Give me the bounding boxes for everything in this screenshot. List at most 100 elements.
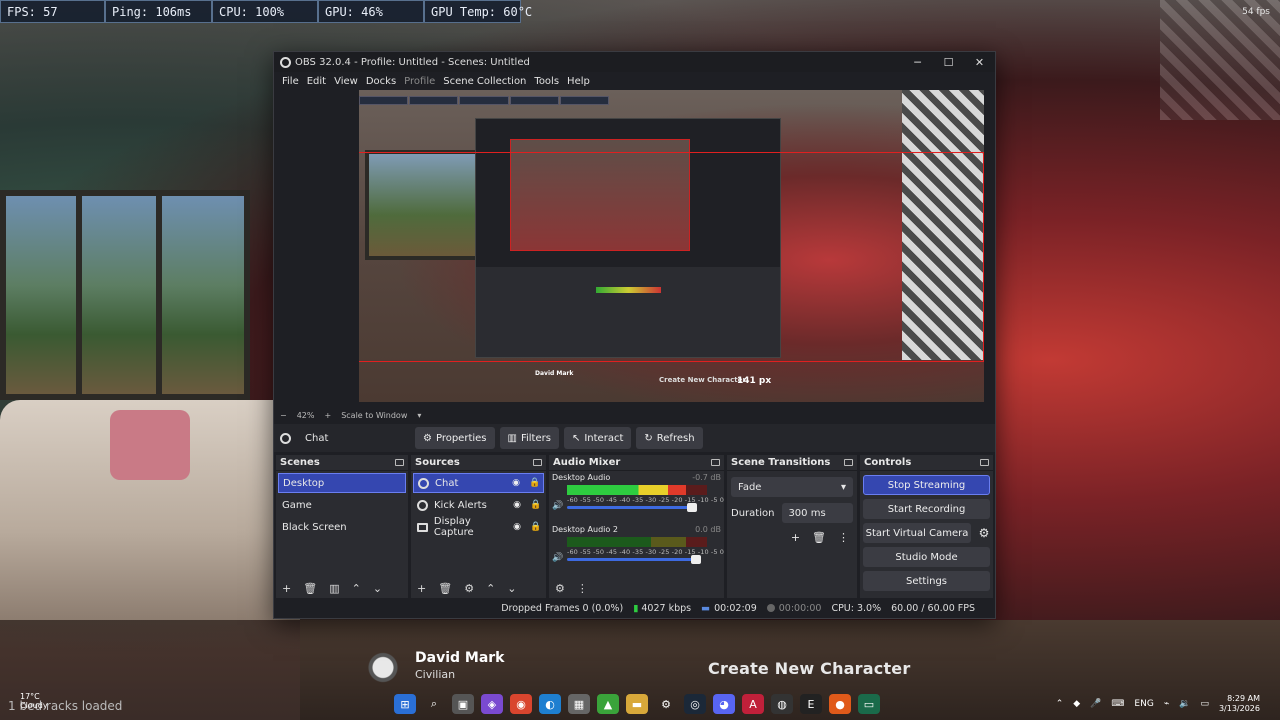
edge-icon[interactable]: ◐ <box>539 694 561 714</box>
chevron-up-icon[interactable]: ⌃ <box>1056 699 1064 709</box>
volume-meter <box>567 485 707 495</box>
lock-icon[interactable]: 🔒 <box>529 478 540 488</box>
weather-desc: Cloudy <box>20 701 48 710</box>
stop-streaming-button[interactable]: Stop Streaming <box>863 475 990 495</box>
context-source-name: Chat <box>305 432 329 444</box>
scene-item[interactable]: Black Screen <box>278 517 406 537</box>
acrobat-icon[interactable]: A <box>742 694 764 714</box>
menu-file[interactable]: File <box>278 76 303 87</box>
more-icon[interactable]: ⋮ <box>838 531 849 544</box>
dock-menu-icon[interactable] <box>980 459 989 466</box>
lock-icon[interactable]: 🔒 <box>530 500 541 510</box>
add-icon[interactable]: + <box>282 582 291 595</box>
speaker-icon[interactable]: 🔊 <box>552 553 563 563</box>
properties-button[interactable]: ⚙ Properties <box>415 427 495 449</box>
eye-icon[interactable]: ◉ <box>512 500 522 510</box>
menu-scene-collection[interactable]: Scene Collection <box>439 76 530 87</box>
menu-view[interactable]: View <box>330 76 362 87</box>
lock-icon[interactable]: 🔒 <box>530 522 541 532</box>
store-icon[interactable]: ▦ <box>568 694 590 714</box>
copilot-icon[interactable]: ◈ <box>481 694 503 714</box>
duration-input[interactable]: 300 ms <box>782 503 853 523</box>
meter-level <box>567 485 686 495</box>
selected-source-bounds[interactable] <box>359 152 984 362</box>
transition-select[interactable]: Fade ▾ <box>731 477 853 497</box>
microphone-icon[interactable]: 🎤 <box>1090 699 1101 709</box>
volume-fader[interactable] <box>567 555 702 564</box>
more-icon[interactable]: ⋮ <box>577 582 588 595</box>
trash-icon[interactable]: 🗑 <box>438 582 452 595</box>
minimize-icon[interactable]: ─ <box>902 56 933 69</box>
eye-icon[interactable]: ◉ <box>512 522 522 532</box>
dock-menu-icon[interactable] <box>395 459 404 466</box>
scene-item[interactable]: Desktop <box>278 473 406 493</box>
character-name[interactable]: David Mark <box>415 650 504 666</box>
scale-mode-select[interactable]: Scale to Window <box>341 411 407 420</box>
dock-menu-icon[interactable] <box>533 459 542 466</box>
filters-button[interactable]: ▥ Filters <box>499 427 559 449</box>
weather-widget[interactable]: 17°C Cloudy <box>20 692 48 710</box>
scene-item[interactable]: Game <box>278 495 406 515</box>
speaker-icon[interactable]: 🔊 <box>552 501 563 511</box>
eye-icon[interactable]: ◉ <box>511 478 521 488</box>
discord-icon[interactable]: ◕ <box>713 694 735 714</box>
add-icon[interactable]: + <box>417 582 426 595</box>
gear-icon[interactable]: ⚙ <box>975 526 993 540</box>
volume-fader[interactable] <box>567 503 697 512</box>
nvidia-icon[interactable]: ▲ <box>597 694 619 714</box>
add-icon[interactable]: + <box>791 531 800 544</box>
volume-icon[interactable]: 🔉 <box>1179 699 1190 709</box>
steam-icon[interactable]: ◎ <box>684 694 706 714</box>
terminal-icon[interactable]: ▭ <box>858 694 880 714</box>
start-virtual-camera-button[interactable]: Start Virtual Camera <box>863 523 971 543</box>
maximize-icon[interactable]: ☐ <box>933 56 964 69</box>
game-launcher-icon[interactable]: ● <box>829 694 851 714</box>
chrome-icon[interactable]: ◉ <box>510 694 532 714</box>
chevron-down-icon[interactable]: ▾ <box>417 411 421 420</box>
start-recording-button[interactable]: Start Recording <box>863 499 990 519</box>
dock-menu-icon[interactable] <box>711 459 720 466</box>
source-item[interactable]: Kick Alerts ◉ 🔒 <box>413 495 544 515</box>
menu-tools[interactable]: Tools <box>530 76 563 87</box>
trash-icon[interactable]: 🗑 <box>303 582 317 595</box>
zoom-in-button[interactable]: + <box>324 411 331 420</box>
menu-help[interactable]: Help <box>563 76 594 87</box>
task-view-icon[interactable]: ▣ <box>452 694 474 714</box>
filters-icon[interactable]: ▥ <box>329 582 339 595</box>
security-icon[interactable]: ◆ <box>1073 699 1080 709</box>
gear-icon[interactable]: ⚙ <box>464 582 474 595</box>
source-item[interactable]: Display Capture ◉ 🔒 <box>413 516 544 538</box>
settings-app-icon[interactable]: ⚙ <box>655 694 677 714</box>
battery-icon[interactable]: ▭ <box>1200 699 1209 709</box>
language-indicator[interactable]: ENG <box>1134 699 1153 709</box>
zoom-out-button[interactable]: − <box>280 411 287 420</box>
trash-icon[interactable]: 🗑 <box>812 531 826 544</box>
source-item[interactable]: Chat ◉ 🔒 <box>413 473 544 493</box>
keyboard-icon[interactable]: ⌨ <box>1111 699 1124 709</box>
network-icon[interactable]: ⌁ <box>1164 699 1169 709</box>
interact-button[interactable]: ↖ Interact <box>563 427 632 449</box>
menu-profile[interactable]: Profile <box>400 76 439 87</box>
clock[interactable]: 8:29 AM 3/13/2026 <box>1219 694 1260 714</box>
dock-menu-icon[interactable] <box>844 459 853 466</box>
search-icon[interactable]: ⌕ <box>423 694 445 714</box>
menu-docks[interactable]: Docks <box>362 76 400 87</box>
menu-edit[interactable]: Edit <box>303 76 330 87</box>
channel-db: 0.0 dB <box>695 525 721 534</box>
move-up-icon[interactable]: ⌃ <box>486 582 495 595</box>
preview-canvas[interactable]: David Mark Create New Character 141 px <box>359 90 984 402</box>
refresh-label: Refresh <box>656 432 695 444</box>
folder-icon[interactable]: ▬ <box>626 694 648 714</box>
gear-icon[interactable]: ⚙ <box>555 582 565 595</box>
refresh-button[interactable]: ↻ Refresh <box>636 427 703 449</box>
studio-mode-button[interactable]: Studio Mode <box>863 547 990 567</box>
settings-button[interactable]: Settings <box>863 571 990 591</box>
start-icon[interactable]: ⊞ <box>394 694 416 714</box>
move-up-icon[interactable]: ⌃ <box>352 582 361 595</box>
epic-icon[interactable]: E <box>800 694 822 714</box>
move-down-icon[interactable]: ⌄ <box>373 582 382 595</box>
close-icon[interactable]: ✕ <box>964 56 995 69</box>
move-down-icon[interactable]: ⌄ <box>507 582 516 595</box>
obs-taskbar-icon[interactable]: ◍ <box>771 694 793 714</box>
create-character-button[interactable]: Create New Character <box>708 659 910 678</box>
